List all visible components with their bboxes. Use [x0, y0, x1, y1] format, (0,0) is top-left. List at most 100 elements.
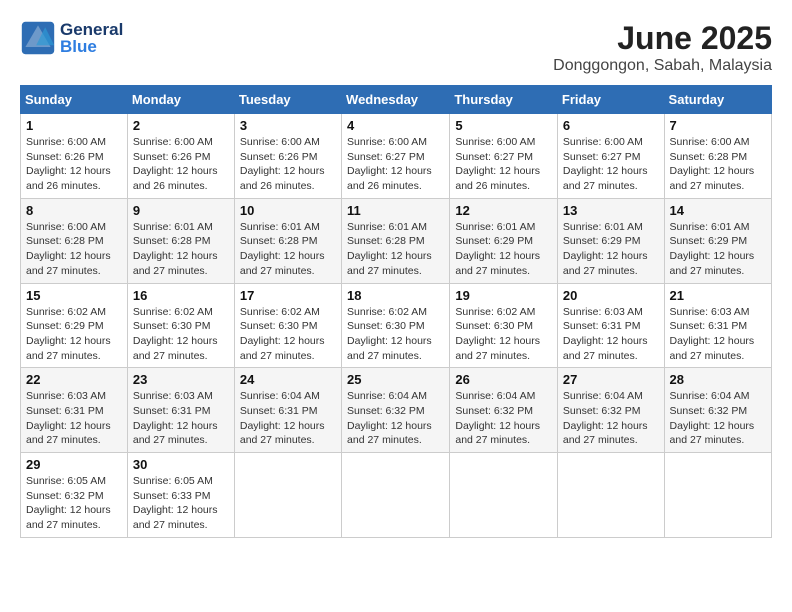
calendar-cell: 8Sunrise: 6:00 AM Sunset: 6:28 PM Daylig… — [21, 198, 128, 283]
day-info: Sunrise: 6:00 AM Sunset: 6:26 PM Dayligh… — [240, 135, 336, 194]
logo: General Blue — [20, 20, 123, 56]
calendar-cell: 23Sunrise: 6:03 AM Sunset: 6:31 PM Dayli… — [127, 368, 234, 453]
day-info: Sunrise: 6:00 AM Sunset: 6:26 PM Dayligh… — [133, 135, 229, 194]
calendar-week-2: 8Sunrise: 6:00 AM Sunset: 6:28 PM Daylig… — [21, 198, 772, 283]
day-number: 3 — [240, 118, 336, 133]
calendar-cell — [234, 453, 341, 538]
day-info: Sunrise: 6:04 AM Sunset: 6:31 PM Dayligh… — [240, 389, 336, 448]
day-info: Sunrise: 6:02 AM Sunset: 6:30 PM Dayligh… — [455, 305, 552, 364]
calendar-cell — [664, 453, 771, 538]
weekday-header-thursday: Thursday — [450, 86, 558, 114]
calendar-week-5: 29 Sunrise: 6:05 AM Sunset: 6:32 PM Dayli… — [21, 453, 772, 538]
day-number: 1 — [26, 118, 122, 133]
day-number: 19 — [455, 288, 552, 303]
header: General Blue June 2025 Donggongon, Sabah… — [20, 20, 772, 75]
day-number: 28 — [670, 372, 766, 387]
weekday-header-sunday: Sunday — [21, 86, 128, 114]
day-number: 15 — [26, 288, 122, 303]
calendar-cell: 12Sunrise: 6:01 AM Sunset: 6:29 PM Dayli… — [450, 198, 558, 283]
logo-general-label: General — [60, 21, 123, 38]
day-info: Sunrise: 6:01 AM Sunset: 6:28 PM Dayligh… — [133, 220, 229, 279]
calendar-cell: 7 Sunrise: 6:00 AM Sunset: 6:28 PM Daylig… — [664, 114, 771, 199]
day-number: 23 — [133, 372, 229, 387]
calendar-cell: 30 Sunrise: 6:05 AM Sunset: 6:33 PM Dayli… — [127, 453, 234, 538]
weekday-header-row: SundayMondayTuesdayWednesdayThursdayFrid… — [21, 86, 772, 114]
weekday-header-friday: Friday — [557, 86, 664, 114]
general-blue-icon — [20, 20, 56, 56]
day-number: 5 — [455, 118, 552, 133]
weekday-header-tuesday: Tuesday — [234, 86, 341, 114]
calendar-cell: 22Sunrise: 6:03 AM Sunset: 6:31 PM Dayli… — [21, 368, 128, 453]
day-info: Sunrise: 6:03 AM Sunset: 6:31 PM Dayligh… — [26, 389, 122, 448]
day-info: Sunrise: 6:00 AM Sunset: 6:27 PM Dayligh… — [563, 135, 659, 194]
day-number: 17 — [240, 288, 336, 303]
day-number: 6 — [563, 118, 659, 133]
day-info: Sunrise: 6:02 AM Sunset: 6:30 PM Dayligh… — [133, 305, 229, 364]
day-number: 29 — [26, 457, 122, 472]
day-info: Sunrise: 6:00 AM Sunset: 6:27 PM Dayligh… — [347, 135, 444, 194]
calendar-cell — [342, 453, 450, 538]
day-info: Sunrise: 6:00 AM Sunset: 6:28 PM Dayligh… — [670, 135, 766, 194]
day-info: Sunrise: 6:00 AM Sunset: 6:28 PM Dayligh… — [26, 220, 122, 279]
day-number: 14 — [670, 203, 766, 218]
calendar-cell: 24 Sunrise: 6:04 AM Sunset: 6:31 PM Dayli… — [234, 368, 341, 453]
logo-blue-label: Blue — [60, 38, 123, 55]
day-info: Sunrise: 6:01 AM Sunset: 6:28 PM Dayligh… — [240, 220, 336, 279]
day-number: 18 — [347, 288, 444, 303]
weekday-header-monday: Monday — [127, 86, 234, 114]
day-info: Sunrise: 6:04 AM Sunset: 6:32 PM Dayligh… — [347, 389, 444, 448]
title-area: June 2025 Donggongon, Sabah, Malaysia — [553, 20, 772, 75]
day-number: 4 — [347, 118, 444, 133]
calendar-cell — [450, 453, 558, 538]
day-info: Sunrise: 6:02 AM Sunset: 6:30 PM Dayligh… — [347, 305, 444, 364]
day-info: Sunrise: 6:01 AM Sunset: 6:29 PM Dayligh… — [455, 220, 552, 279]
day-number: 27 — [563, 372, 659, 387]
day-number: 24 — [240, 372, 336, 387]
calendar-cell: 19 Sunrise: 6:02 AM Sunset: 6:30 PM Dayli… — [450, 283, 558, 368]
day-info: Sunrise: 6:04 AM Sunset: 6:32 PM Dayligh… — [670, 389, 766, 448]
calendar-cell — [557, 453, 664, 538]
day-number: 25 — [347, 372, 444, 387]
calendar-cell: 14Sunrise: 6:01 AM Sunset: 6:29 PM Dayli… — [664, 198, 771, 283]
day-info: Sunrise: 6:04 AM Sunset: 6:32 PM Dayligh… — [563, 389, 659, 448]
day-number: 10 — [240, 203, 336, 218]
calendar-cell: 3 Sunrise: 6:00 AM Sunset: 6:26 PM Daylig… — [234, 114, 341, 199]
location-title: Donggongon, Sabah, Malaysia — [553, 57, 772, 75]
calendar-cell: 9 Sunrise: 6:01 AM Sunset: 6:28 PM Daylig… — [127, 198, 234, 283]
day-info: Sunrise: 6:01 AM Sunset: 6:29 PM Dayligh… — [563, 220, 659, 279]
day-number: 7 — [670, 118, 766, 133]
calendar-week-3: 15Sunrise: 6:02 AM Sunset: 6:29 PM Dayli… — [21, 283, 772, 368]
calendar-cell: 4 Sunrise: 6:00 AM Sunset: 6:27 PM Daylig… — [342, 114, 450, 199]
day-number: 16 — [133, 288, 229, 303]
calendar-cell: 28 Sunrise: 6:04 AM Sunset: 6:32 PM Dayli… — [664, 368, 771, 453]
day-info: Sunrise: 6:00 AM Sunset: 6:26 PM Dayligh… — [26, 135, 122, 194]
calendar: SundayMondayTuesdayWednesdayThursdayFrid… — [20, 85, 772, 538]
calendar-cell: 13Sunrise: 6:01 AM Sunset: 6:29 PM Dayli… — [557, 198, 664, 283]
day-number: 20 — [563, 288, 659, 303]
calendar-cell: 15Sunrise: 6:02 AM Sunset: 6:29 PM Dayli… — [21, 283, 128, 368]
day-number: 26 — [455, 372, 552, 387]
day-number: 9 — [133, 203, 229, 218]
calendar-week-4: 22Sunrise: 6:03 AM Sunset: 6:31 PM Dayli… — [21, 368, 772, 453]
day-number: 11 — [347, 203, 444, 218]
calendar-cell: 29 Sunrise: 6:05 AM Sunset: 6:32 PM Dayli… — [21, 453, 128, 538]
calendar-cell: 2Sunrise: 6:00 AM Sunset: 6:26 PM Daylig… — [127, 114, 234, 199]
calendar-cell: 26 Sunrise: 6:04 AM Sunset: 6:32 PM Dayli… — [450, 368, 558, 453]
calendar-week-1: 1 Sunrise: 6:00 AM Sunset: 6:26 PM Daylig… — [21, 114, 772, 199]
day-info: Sunrise: 6:04 AM Sunset: 6:32 PM Dayligh… — [455, 389, 552, 448]
calendar-cell: 25 Sunrise: 6:04 AM Sunset: 6:32 PM Dayli… — [342, 368, 450, 453]
day-number: 30 — [133, 457, 229, 472]
weekday-header-saturday: Saturday — [664, 86, 771, 114]
calendar-cell: 18 Sunrise: 6:02 AM Sunset: 6:30 PM Dayli… — [342, 283, 450, 368]
calendar-cell: 5Sunrise: 6:00 AM Sunset: 6:27 PM Daylig… — [450, 114, 558, 199]
day-info: Sunrise: 6:05 AM Sunset: 6:33 PM Dayligh… — [133, 474, 229, 533]
calendar-body: 1 Sunrise: 6:00 AM Sunset: 6:26 PM Daylig… — [21, 114, 772, 538]
month-title: June 2025 — [553, 20, 772, 57]
calendar-cell: 10 Sunrise: 6:01 AM Sunset: 6:28 PM Dayli… — [234, 198, 341, 283]
day-info: Sunrise: 6:05 AM Sunset: 6:32 PM Dayligh… — [26, 474, 122, 533]
calendar-cell: 27 Sunrise: 6:04 AM Sunset: 6:32 PM Dayli… — [557, 368, 664, 453]
calendar-cell: 21Sunrise: 6:03 AM Sunset: 6:31 PM Dayli… — [664, 283, 771, 368]
day-info: Sunrise: 6:02 AM Sunset: 6:30 PM Dayligh… — [240, 305, 336, 364]
day-info: Sunrise: 6:01 AM Sunset: 6:28 PM Dayligh… — [347, 220, 444, 279]
calendar-cell: 11 Sunrise: 6:01 AM Sunset: 6:28 PM Dayli… — [342, 198, 450, 283]
